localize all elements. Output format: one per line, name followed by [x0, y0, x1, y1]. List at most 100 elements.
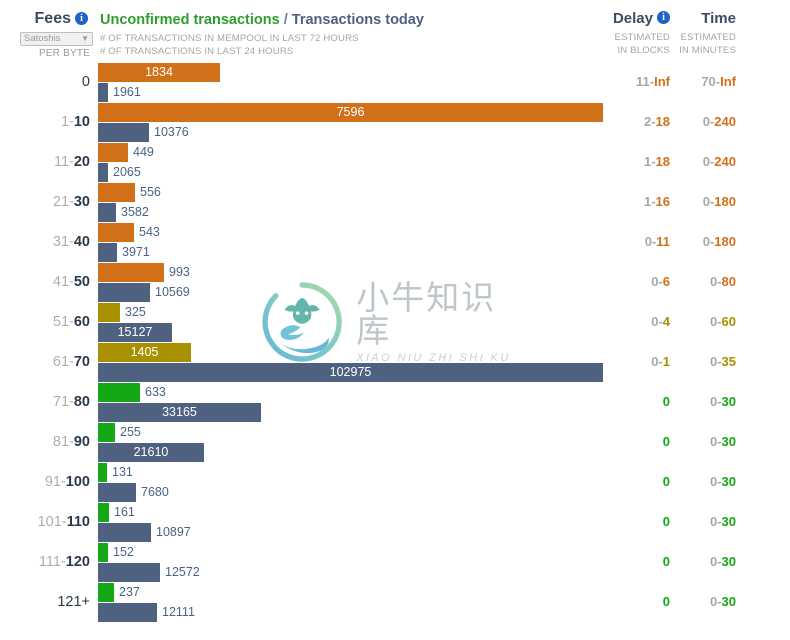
today-bar[interactable] [98, 243, 117, 262]
mempool-bar[interactable] [98, 223, 134, 242]
mempool-bar-wrap: 131 [98, 463, 608, 482]
mempool-bar[interactable] [98, 263, 164, 282]
today-bar[interactable] [98, 83, 108, 102]
mempool-bar[interactable] [98, 583, 114, 602]
mempool-bar-wrap: 556 [98, 183, 608, 202]
mempool-bar-wrap: 255 [98, 423, 608, 442]
fee-row[interactable]: 1-10 7596 10376 2-18 0-240 [0, 102, 790, 142]
today-bar-wrap: 12111 [98, 603, 608, 622]
time-value-high: 30 [721, 394, 736, 409]
time-value: 0-60 [660, 302, 736, 342]
mempool-bar-value: 993 [169, 265, 190, 279]
time-value-low: 0- [702, 154, 715, 169]
today-bar-wrap: 12572 [98, 563, 608, 582]
mempool-bar[interactable] [98, 423, 115, 442]
time-value: 0-30 [660, 462, 736, 502]
time-subtitle-2: IN MINUTES [679, 44, 736, 56]
delay-value: 0 [560, 502, 670, 542]
mempool-bar[interactable] [98, 463, 107, 482]
fee-unit-label: Satoshis [24, 33, 61, 44]
today-bar[interactable] [98, 603, 157, 622]
fee-range-high: 100 [65, 474, 90, 490]
fee-row[interactable]: 61-70 1405 102975 0-1 0-35 [0, 342, 790, 382]
today-bar[interactable] [98, 203, 116, 222]
fee-unit-dropdown[interactable]: Satoshis ▼ [20, 32, 93, 46]
bar-group: 325 15127 [98, 302, 608, 342]
fee-distribution-chart: 小牛知识库 XIAO NIU ZHI SHI KU Fees i Satoshis… [0, 0, 790, 640]
today-bar-wrap: 10897 [98, 523, 608, 542]
time-value: 0-180 [660, 182, 736, 222]
chart-title: Unconfirmed transactions / Transactions … [100, 12, 424, 28]
mempool-bar[interactable] [98, 383, 140, 402]
time-value: 0-30 [660, 542, 736, 582]
chart-subtitle-today: # OF TRANSACTIONS IN LAST 24 HOURS [100, 46, 294, 57]
today-bar[interactable] [98, 483, 136, 502]
bar-group: 556 3582 [98, 182, 608, 222]
today-bar[interactable] [98, 563, 160, 582]
today-bar-value: 10569 [155, 285, 190, 299]
today-bar[interactable] [98, 523, 151, 542]
fee-range-high: 80 [73, 394, 90, 410]
fee-range-label: 21-30 [0, 182, 90, 222]
mempool-bar[interactable] [98, 183, 135, 202]
mempool-bar-wrap: 1405 [98, 343, 608, 362]
fee-row[interactable]: 41-50 993 10569 0-6 0-80 [0, 262, 790, 302]
today-bar-wrap: 1961 [98, 83, 608, 102]
today-bar[interactable] [98, 123, 149, 142]
mempool-bar[interactable] [98, 303, 120, 322]
today-bar-wrap: 3971 [98, 243, 608, 262]
fee-row[interactable]: 0 1834 1961 11-Inf 70-Inf [0, 62, 790, 102]
fee-range-low: 41- [52, 274, 74, 290]
bar-group: 255 21610 [98, 422, 608, 462]
fee-row[interactable]: 11-20 449 2065 1-18 0-240 [0, 142, 790, 182]
fees-info-icon[interactable]: i [75, 11, 88, 25]
mempool-bar-wrap: 449 [98, 143, 608, 162]
fee-row[interactable]: 21-30 556 3582 1-16 0-180 [0, 182, 790, 222]
time-value-high: 30 [721, 474, 736, 489]
fee-range-low: 81- [52, 434, 74, 450]
time-value: 0-30 [660, 502, 736, 542]
fee-range-label: 101-110 [0, 502, 90, 542]
delay-value-low: 1- [643, 154, 656, 169]
fee-range-label: 91-100 [0, 462, 90, 502]
today-bar[interactable] [98, 163, 108, 182]
time-value-low: 0- [709, 274, 722, 289]
fee-row[interactable]: 111-120 152 12572 0 0-30 [0, 542, 790, 582]
mempool-bar-value: 325 [125, 305, 146, 319]
chart-title-unconfirmed: Unconfirmed transactions [100, 12, 280, 28]
mempool-bar[interactable] [98, 143, 128, 162]
fee-range-label: 111-120 [0, 542, 90, 582]
mempool-bar-wrap: 543 [98, 223, 608, 242]
delay-value: 0 [560, 422, 670, 462]
fee-row[interactable]: 71-80 633 33165 0 0-30 [0, 382, 790, 422]
time-value: 0-30 [660, 582, 736, 622]
fee-row[interactable]: 91-100 131 7680 0 0-30 [0, 462, 790, 502]
fee-range-low: 1- [60, 114, 74, 130]
fee-range-high: 90 [73, 434, 90, 450]
delay-value: 0 [560, 582, 670, 622]
delay-value: 0 [560, 542, 670, 582]
today-bar-value: 10897 [156, 525, 191, 539]
fee-range-low: 21- [52, 194, 74, 210]
chevron-down-icon: ▼ [81, 34, 89, 43]
fee-range-label: 61-70 [0, 342, 90, 382]
time-value: 0-30 [660, 422, 736, 462]
today-bar[interactable] [98, 283, 150, 302]
time-value-low: 0- [702, 234, 715, 249]
time-value-high: 240 [714, 154, 736, 169]
fee-row[interactable]: 121+ 237 12111 0 0-30 [0, 582, 790, 622]
today-bar-wrap: 10569 [98, 283, 608, 302]
bar-group: 161 10897 [98, 502, 608, 542]
time-value-high: Inf [720, 74, 736, 89]
fee-row[interactable]: 101-110 161 10897 0 0-30 [0, 502, 790, 542]
mempool-bar-value: 1405 [130, 345, 159, 359]
time-value: 0-240 [660, 142, 736, 182]
today-bar-value: 21610 [133, 445, 169, 459]
fee-range-low: 61- [52, 354, 74, 370]
fee-row[interactable]: 51-60 325 15127 0-4 0-60 [0, 302, 790, 342]
mempool-bar[interactable] [98, 503, 109, 522]
fee-row[interactable]: 31-40 543 3971 0-11 0-180 [0, 222, 790, 262]
fee-row[interactable]: 81-90 255 21610 0 0-30 [0, 422, 790, 462]
mempool-bar[interactable] [98, 543, 108, 562]
delay-subtitle-2: IN BLOCKS [617, 44, 670, 56]
